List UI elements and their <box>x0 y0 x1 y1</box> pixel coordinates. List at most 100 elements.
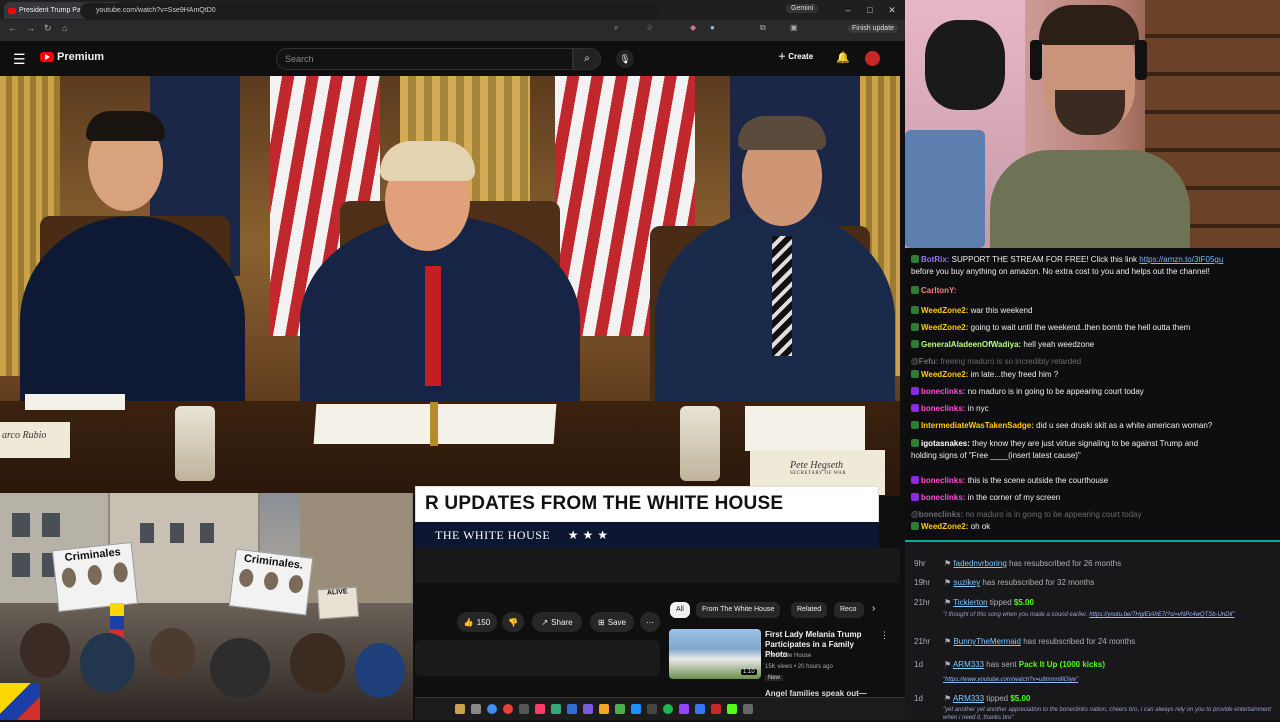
chip-recommended[interactable]: Reco <box>834 602 864 618</box>
address-bar[interactable]: youtube.com/watch?v=Sse9HAmQtD0 <box>80 3 660 19</box>
save-button[interactable]: ⊞ Save <box>590 612 634 632</box>
chat-username[interactable]: CarltonY: <box>921 286 956 295</box>
chip-all[interactable]: All <box>670 602 690 618</box>
headphone-right <box>1135 40 1147 80</box>
taskbar-app-icon[interactable] <box>567 704 577 714</box>
event-username[interactable]: ARM333 <box>953 694 984 703</box>
taskbar-app-icon[interactable] <box>695 704 705 714</box>
recommended-channel[interactable]: The White House <box>765 653 811 659</box>
notifications-bell-icon[interactable]: 🔔 <box>836 51 850 64</box>
chat-username[interactable]: boneclinks: <box>921 476 968 485</box>
share-button[interactable]: ↗ Share <box>532 612 582 632</box>
taskbar-app-icon[interactable] <box>455 704 465 714</box>
chat-username[interactable]: igotasnakes: <box>921 439 972 448</box>
taskbar-app-icon[interactable] <box>583 704 593 714</box>
chat-text: going to wait until the weekend..then bo… <box>970 323 1191 332</box>
chat-username[interactable]: WeedZone2: <box>921 522 971 531</box>
logo-text: Premium <box>57 51 105 63</box>
taskbar-app-icon[interactable] <box>599 704 609 714</box>
chip-from-channel[interactable]: From The White House <box>696 602 781 618</box>
minimize-icon[interactable]: – <box>838 3 858 17</box>
extensions-puzzle-icon[interactable]: ⧉ <box>760 23 766 33</box>
chat-username[interactable]: boneclinks: <box>921 404 968 413</box>
window <box>42 513 60 537</box>
chips-next-chevron-icon[interactable]: › <box>872 603 875 614</box>
chat-message: boneclinks: no maduro is in going to be … <box>911 386 1271 398</box>
bookmark-star-icon[interactable]: ☆ <box>646 23 653 32</box>
chat-username[interactable]: BotRix: <box>921 255 952 264</box>
youtube-play-logo-icon <box>40 52 54 62</box>
chat-username[interactable]: GeneralAladeenOfWadiya: <box>921 340 1023 349</box>
taskbar-app-icon[interactable] <box>743 704 753 714</box>
chat-username[interactable]: IntermediateWasTakenSadge: <box>921 421 1036 430</box>
chat-badge-icon <box>911 340 919 348</box>
event-message-link[interactable]: https://youtu.be/7HgIEtAhE7I?si=vNPc4wQT… <box>1089 612 1234 618</box>
voice-search-button[interactable]: 🎙 <box>616 50 634 68</box>
event-username[interactable]: Ticklerton <box>953 598 987 607</box>
event-username[interactable]: suzikey <box>953 578 980 587</box>
chat-username[interactable]: WeedZone2: <box>921 370 971 379</box>
chat-username[interactable]: WeedZone2: <box>921 306 971 315</box>
home-icon[interactable]: ⌂ <box>62 23 67 33</box>
chrome-taskbar-icon[interactable] <box>503 704 513 714</box>
sidepanel-icon[interactable]: ▣ <box>790 23 798 32</box>
event-row: 1d ⚑ ARM333 tipped $5.00 <box>914 694 1030 703</box>
taskbar-app-icon[interactable] <box>487 704 497 714</box>
streamer-body <box>990 150 1190 248</box>
taskbar-app-icon[interactable] <box>471 704 481 714</box>
youtube-logo[interactable]: Premium <box>40 51 104 63</box>
event-username[interactable]: ARM333 <box>953 660 984 669</box>
chat-text-continued: holding signs of "Free ____(insert lates… <box>911 451 1081 460</box>
taskbar-app-icon[interactable] <box>631 704 641 714</box>
taskbar-app-icon[interactable] <box>615 704 625 714</box>
more-actions-button[interactable]: ⋯ <box>640 612 660 632</box>
taskbar-app-icon[interactable] <box>535 704 545 714</box>
taskbar-app-icon[interactable] <box>551 704 561 714</box>
chat-message: CarltonY: <box>911 285 1271 297</box>
taskbar-app-icon[interactable] <box>647 704 657 714</box>
extension-icon-2[interactable]: ● <box>710 23 715 32</box>
chat-username[interactable]: @boneclinks: <box>911 510 965 519</box>
chat-username[interactable]: boneclinks: <box>921 387 968 396</box>
event-message: "https://www.youtube.com/watch?v=u8mmn9l… <box>943 676 1273 684</box>
menu-hamburger-icon[interactable]: ☰ <box>13 51 26 68</box>
taskbar-app-icon[interactable] <box>711 704 721 714</box>
forward-icon[interactable]: → <box>26 23 35 33</box>
kick-taskbar-icon[interactable] <box>727 704 737 714</box>
create-button[interactable]: ＋ Create <box>778 51 813 62</box>
chat-link[interactable]: https://amzn.to/3tF05gu <box>1139 255 1223 264</box>
finish-update-button[interactable]: Finish update <box>848 24 899 33</box>
extension-icon[interactable]: ◆ <box>690 23 696 32</box>
taskbar-app-icon[interactable] <box>679 704 689 714</box>
event-username[interactable]: fadednvrboring <box>953 559 1006 568</box>
event-username[interactable]: BunnyTheMermaid <box>953 637 1021 646</box>
event-time: 1d <box>914 694 923 703</box>
back-icon[interactable]: ← <box>8 23 17 33</box>
event-message-link[interactable]: "https://www.youtube.com/watch?v=u8mmn9l… <box>943 677 1078 683</box>
banner-subtitle: THE WHITE HOUSE ★ ★ ★ <box>415 522 879 548</box>
reload-icon[interactable]: ↻ <box>44 23 52 34</box>
search-button[interactable]: ⌕ <box>573 48 601 70</box>
taskbar-app-icon[interactable] <box>519 704 529 714</box>
event-amount: $5.00 <box>1010 694 1031 703</box>
dislike-button[interactable]: 👎 <box>502 612 524 632</box>
like-button[interactable]: 👍 150 <box>457 612 497 632</box>
chat-username[interactable]: WeedZone2: <box>921 323 971 332</box>
placard-right-name: Pete Hegseth <box>790 460 844 471</box>
chat-badge-icon <box>911 404 919 412</box>
chip-related[interactable]: Related <box>791 602 828 618</box>
maximize-icon[interactable]: □ <box>860 3 880 17</box>
description-box[interactable] <box>415 640 660 676</box>
chat-username[interactable]: boneclinks: <box>921 493 968 502</box>
video-player[interactable]: arco Rubio Pete Hegseth SECRETARY OF WAR <box>0 76 900 496</box>
spotify-taskbar-icon[interactable] <box>663 704 673 714</box>
search-input[interactable]: Search <box>276 48 573 70</box>
chat-username[interactable]: @Fefu: <box>911 357 941 366</box>
hair-center <box>380 141 475 181</box>
account-avatar[interactable] <box>865 51 880 66</box>
window-close-icon[interactable]: ✕ <box>882 3 902 17</box>
gemini-button[interactable]: Gemini <box>786 4 819 13</box>
zoom-icon[interactable]: ⌕ <box>614 23 618 33</box>
event-message: "I thought of this song when you made a … <box>943 611 1273 619</box>
recommended-menu-icon[interactable]: ⋮ <box>880 630 889 641</box>
